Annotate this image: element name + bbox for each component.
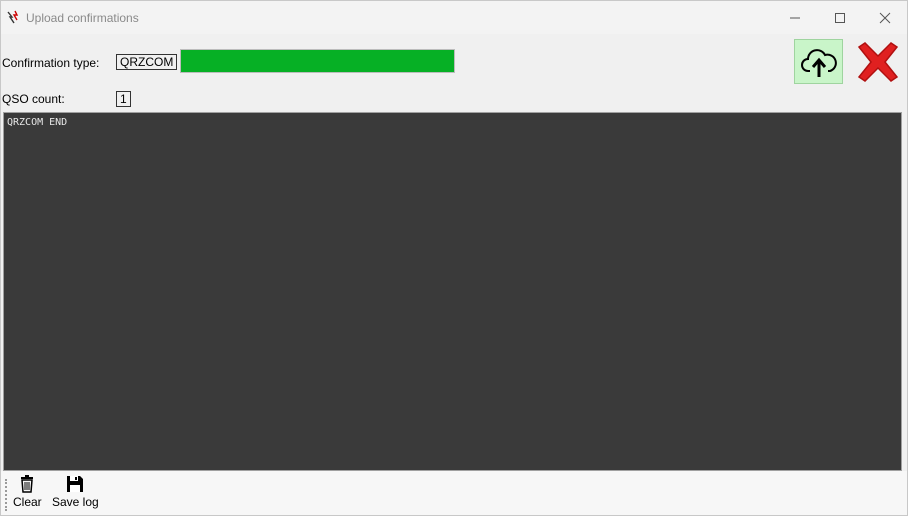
- trash-icon: [21, 475, 34, 493]
- red-x-icon: [857, 41, 899, 82]
- upload-button[interactable]: [794, 39, 843, 84]
- maximize-icon: [835, 12, 845, 23]
- floppy-disk-icon: [67, 476, 84, 492]
- log-text: QRZCOM END: [7, 117, 68, 128]
- window-title: Upload confirmations: [26, 11, 139, 25]
- title-bar: Upload confirmations: [1, 1, 907, 34]
- save-log-button[interactable]: Save log: [52, 475, 99, 509]
- toolbar-grip[interactable]: [5, 479, 9, 511]
- upload-confirmations-window: Upload confirmations Confirmation type: …: [0, 0, 908, 516]
- qso-count-value: 1: [116, 91, 131, 107]
- confirmation-type-label: Confirmation type:: [2, 56, 100, 70]
- upload-progress-fill: [181, 50, 454, 72]
- maximize-button[interactable]: [817, 1, 863, 34]
- cloud-upload-icon: [800, 48, 837, 77]
- clear-label: Clear: [13, 495, 42, 509]
- minimize-button[interactable]: [772, 1, 818, 34]
- upload-progress-bar: [180, 49, 455, 73]
- minimize-icon: [790, 17, 800, 18]
- save-log-label: Save log: [52, 495, 99, 509]
- app-icon[interactable]: [5, 9, 21, 25]
- confirmation-type-value: QRZCOM: [116, 54, 178, 70]
- qso-count-label: QSO count:: [2, 92, 65, 106]
- cancel-button[interactable]: [853, 39, 903, 84]
- close-button[interactable]: [862, 1, 908, 34]
- log-output[interactable]: QRZCOM END: [3, 112, 902, 471]
- clear-button[interactable]: Clear: [13, 475, 42, 509]
- bottom-toolbar: Clear Save log: [1, 471, 907, 515]
- close-icon: [879, 12, 891, 23]
